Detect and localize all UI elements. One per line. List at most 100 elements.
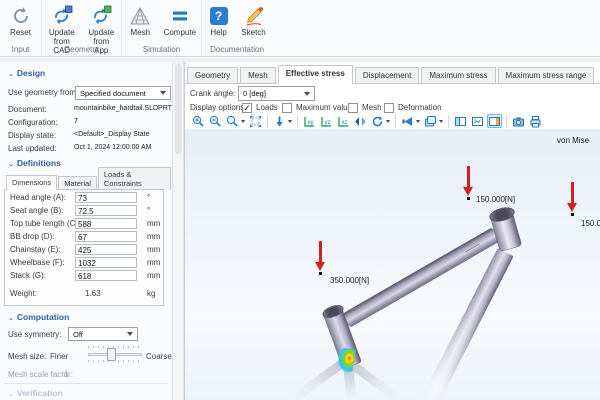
help-button[interactable]: ? Help bbox=[204, 4, 233, 38]
toolbar-separator bbox=[448, 115, 449, 128]
bb-drop-unit: mm bbox=[147, 232, 160, 241]
chevron-down-icon[interactable] bbox=[241, 120, 245, 123]
tab-material[interactable]: Material bbox=[58, 176, 97, 190]
view-xz-icon[interactable]: xz bbox=[336, 114, 351, 128]
chevron-down-icon: ⌄ bbox=[8, 315, 14, 322]
chainstay-input[interactable]: 425 bbox=[75, 244, 137, 255]
loads-checkbox[interactable]: ✓ bbox=[242, 103, 252, 113]
reset-button[interactable]: Reset bbox=[8, 4, 34, 38]
crank-angle-label: Crank angle: bbox=[190, 89, 235, 98]
bb-drop-label: BB drop (D): bbox=[10, 232, 54, 241]
coarser-label: Coarser bbox=[146, 352, 172, 361]
mesh-label: Mesh bbox=[131, 28, 151, 37]
toolbar-separator bbox=[297, 115, 298, 128]
computation-section-header[interactable]: ⌄Computation bbox=[8, 312, 69, 322]
chainstay-label: Chainstay (E): bbox=[10, 245, 61, 254]
chevron-down-icon[interactable] bbox=[439, 120, 443, 123]
rotate-view-icon[interactable] bbox=[370, 114, 385, 128]
definitions-section-header[interactable]: ⌄Definitions bbox=[8, 158, 61, 168]
wheelbase-unit: mm bbox=[147, 258, 160, 267]
verification-section-header[interactable]: ⌄Verification bbox=[8, 388, 63, 398]
crank-angle-dropdown[interactable]: 0 [deg] bbox=[238, 86, 315, 101]
flip-view-icon[interactable] bbox=[353, 114, 368, 128]
last-updated-value: Oct 1, 2024 12:00:00 AM bbox=[74, 144, 151, 151]
scene-light-icon[interactable] bbox=[423, 114, 438, 128]
tab-mesh[interactable]: Mesh bbox=[240, 67, 276, 83]
seat-angle-input[interactable]: 72.5 bbox=[75, 205, 137, 216]
maximum-value-checkbox[interactable] bbox=[282, 103, 292, 113]
split-view-icon[interactable] bbox=[453, 114, 468, 128]
display-options-label: Display options: bbox=[190, 103, 246, 112]
ribbon: Reset Input Update from CAD Update from … bbox=[0, 0, 600, 57]
load-label: 150.0 bbox=[581, 219, 600, 228]
deformation-checkbox[interactable] bbox=[384, 103, 394, 113]
chevron-down-icon[interactable] bbox=[386, 120, 390, 123]
tab-displacement[interactable]: Displacement bbox=[355, 67, 419, 83]
tab-dimensions[interactable]: Dimensions bbox=[6, 175, 57, 190]
tab-maximum-stress[interactable]: Maximum stress bbox=[421, 67, 495, 83]
ribbon-group-label: Input bbox=[0, 45, 41, 54]
zoom-in-icon[interactable] bbox=[191, 114, 206, 128]
tab-loads-constraints[interactable]: Loads & Constraints bbox=[98, 167, 171, 190]
update-from-cad-icon bbox=[51, 5, 73, 27]
sidebar-scrollbar[interactable] bbox=[172, 62, 184, 400]
maximum-value-checkbox-label[interactable]: Maximum value bbox=[296, 103, 352, 112]
use-geometry-from-dropdown[interactable]: Specified document bbox=[75, 86, 171, 100]
ribbon-group-input: Reset Input bbox=[0, 0, 42, 56]
view-yz-icon[interactable]: yz bbox=[319, 114, 334, 128]
ribbon-group-geometry: Update from CAD Update from App Geometry bbox=[42, 0, 122, 56]
go-to-default-view-icon[interactable] bbox=[272, 114, 287, 128]
head-angle-input[interactable]: 73 bbox=[75, 192, 137, 203]
snapshot-icon[interactable] bbox=[511, 114, 526, 128]
chevron-down-icon: ⌄ bbox=[8, 71, 14, 78]
head-angle-unit: ° bbox=[147, 193, 150, 202]
configuration-label: Configuration: bbox=[8, 118, 58, 127]
graphics-canvas[interactable]: von Mise bbox=[185, 129, 600, 400]
print-icon[interactable] bbox=[528, 114, 543, 128]
view-xy-icon[interactable]: xy bbox=[302, 114, 317, 128]
mesh-scale-factor-value: 1 bbox=[64, 370, 68, 379]
zoom-box-icon[interactable] bbox=[225, 114, 240, 128]
wheelbase-input[interactable]: 1032 bbox=[75, 257, 137, 268]
configuration-value: 7 bbox=[74, 118, 78, 125]
stack-input[interactable]: 618 bbox=[75, 270, 137, 281]
reset-label: Reset bbox=[10, 28, 31, 37]
use-symmetry-dropdown[interactable]: Off bbox=[68, 327, 138, 341]
slider-ticks-bottom bbox=[88, 360, 142, 362]
zoom-extents-icon[interactable] bbox=[248, 114, 263, 128]
mesh-checkbox[interactable] bbox=[348, 103, 358, 113]
bb-drop-input[interactable]: 67 bbox=[75, 231, 137, 242]
weight-label: Weight: bbox=[10, 289, 37, 298]
main-panel: Geometry Mesh Effective stress Displacem… bbox=[184, 62, 600, 400]
design-section-header[interactable]: ⌄Design bbox=[8, 68, 45, 78]
tab-effective-stress[interactable]: Effective stress bbox=[278, 65, 353, 84]
mesh-button[interactable]: Mesh bbox=[124, 4, 157, 38]
finer-label: Finer bbox=[50, 352, 68, 361]
compute-button[interactable]: Compute bbox=[161, 4, 199, 38]
chevron-down-icon[interactable] bbox=[288, 120, 292, 123]
mesh-checkbox-label[interactable]: Mesh bbox=[362, 103, 382, 112]
seat-angle-label: Seat angle (B): bbox=[10, 206, 63, 215]
tab-maximum-stress-range[interactable]: Maximum stress range bbox=[498, 67, 595, 83]
color-legend-icon[interactable] bbox=[487, 114, 502, 128]
chevron-down-icon[interactable] bbox=[416, 120, 420, 123]
transparency-icon[interactable] bbox=[400, 114, 415, 128]
load-label: 150.000[N] bbox=[476, 195, 515, 204]
sketch-button[interactable]: Sketch bbox=[237, 4, 270, 38]
svg-text:yz: yz bbox=[325, 120, 331, 126]
chainstay-unit: mm bbox=[147, 245, 160, 254]
deformation-checkbox-label[interactable]: Deformation bbox=[398, 103, 442, 112]
document-label: Document: bbox=[8, 105, 47, 114]
tab-geometry[interactable]: Geometry bbox=[187, 67, 238, 83]
stack-label: Stack (G): bbox=[10, 271, 46, 280]
load-arrow bbox=[567, 182, 578, 216]
scrollbar-thumb[interactable] bbox=[175, 64, 182, 154]
wheelbase-label: Wheelbase (F): bbox=[10, 258, 65, 267]
top-tube-length-input[interactable]: 588 bbox=[75, 218, 137, 229]
stress-fringe bbox=[332, 346, 356, 373]
loads-checkbox-label[interactable]: Loads bbox=[256, 103, 278, 112]
plot-legend-icon[interactable] bbox=[470, 114, 485, 128]
zoom-out-icon[interactable] bbox=[208, 114, 223, 128]
result-tabs: Geometry Mesh Effective stress Displacem… bbox=[185, 63, 600, 84]
plot-title: von Mise bbox=[557, 136, 589, 145]
